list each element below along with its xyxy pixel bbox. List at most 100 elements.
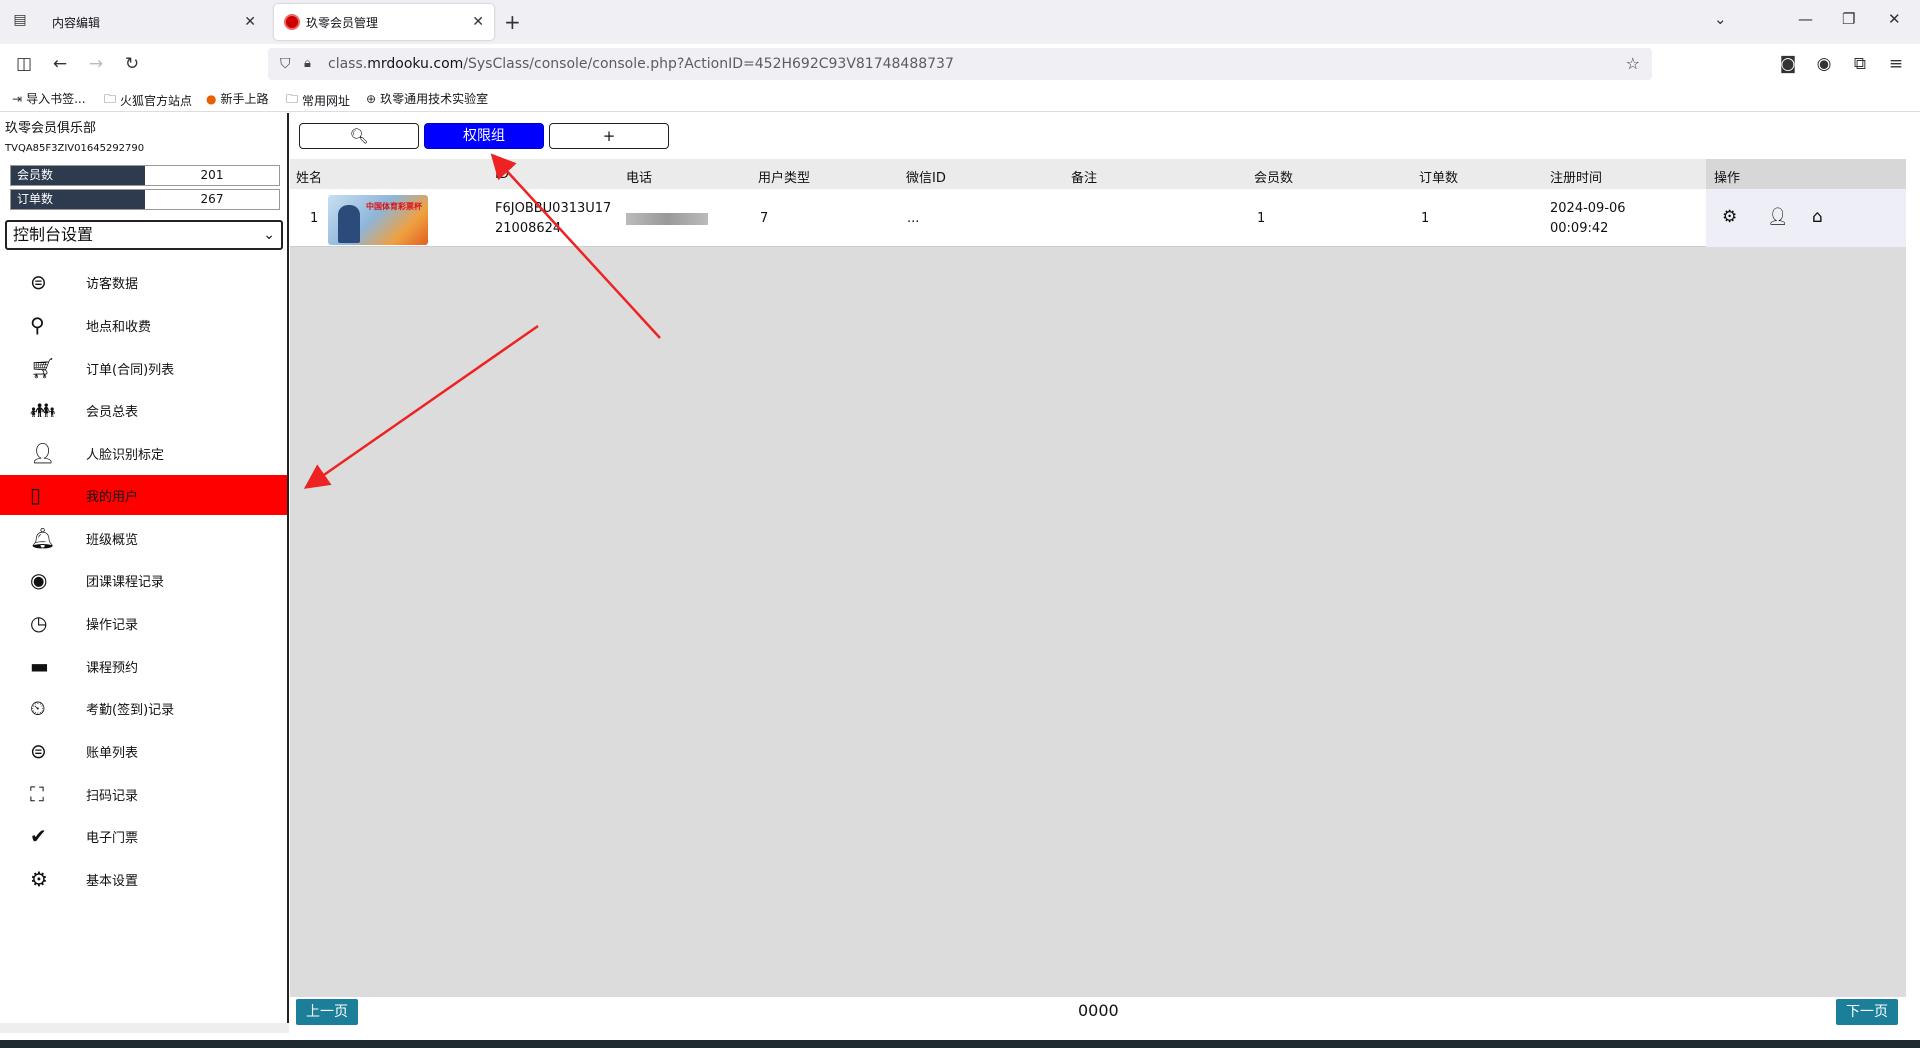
sidebar-item-group-course-records[interactable]: ◉ 团课课程记录 [0, 560, 287, 600]
sidebar: 玖零会员俱乐部 TVQA85F3ZIV01645292790 会员数 201 订… [0, 113, 289, 1023]
sidebar-item-attendance[interactable]: ⏲ 考勤(签到)记录 [0, 688, 287, 728]
club-name: 玖零会员俱乐部 [5, 121, 97, 136]
user-avatar-image[interactable]: 中国体育彩票杯 [328, 195, 428, 245]
search-button[interactable]: 🔍︎ [299, 123, 419, 149]
back-icon[interactable]: ← [48, 52, 72, 76]
sidebar-item-label: 地点和收费 [86, 319, 152, 335]
url-bar[interactable]: ⛉ 🔒︎ class.mrdooku.com/SysClass/console/… [268, 48, 1652, 80]
restore-icon[interactable]: ❐ [1842, 10, 1855, 28]
sidebar-item-label: 账单列表 [86, 745, 139, 761]
gear-icon[interactable]: ⚙ [1722, 207, 1737, 227]
table-header: 姓名 ID 电话 用户类型 微信ID 备注 会员数 订单数 注册时间 操作 [290, 159, 1906, 189]
sidebar-item-label: 操作记录 [86, 617, 139, 633]
prev-page-button[interactable]: 上一页 [296, 999, 358, 1025]
tablet-icon: ▯ [30, 483, 42, 507]
sidebar-item-locations-fees[interactable]: ⚲ 地点和收费 [0, 305, 287, 345]
stat-value: 201 [200, 168, 224, 182]
globe-icon: ⊕ [366, 91, 377, 106]
table-row[interactable]: 1 中国体育彩票杯 F6JOBBU0313U17 21008624 7 ... … [290, 189, 1906, 247]
extensions-icon[interactable]: ⧉ [1848, 52, 1872, 76]
club-id: TVQA85F3ZIV01645292790 [5, 143, 145, 154]
bookmark-common-sites[interactable]: 🗀 常用网址 [286, 90, 350, 111]
sidebar-item-members[interactable]: 👪︎ 会员总表 [0, 390, 287, 430]
sidebar-toggle-icon[interactable]: ◫ [12, 52, 36, 76]
row-wechat-id: ... [907, 211, 920, 226]
sidebar-item-orders[interactable]: 🛒︎ 订单(合同)列表 [0, 348, 287, 388]
redacted-block [626, 213, 708, 225]
account-icon[interactable]: ◉ [1812, 52, 1836, 76]
row-members: 1 [1257, 211, 1266, 226]
tab-list-icon[interactable]: ▤ [10, 12, 30, 32]
browser-tab-bar: ▤ 内容编辑 ✕ 玖零会员管理 ✕ + ⌄ — ❐ ✕ [0, 0, 1920, 44]
tab-member-management[interactable]: 玖零会员管理 ✕ [274, 4, 494, 40]
sidebar-item-label: 会员总表 [86, 404, 139, 420]
sidebar-item-e-tickets[interactable]: ✔ 电子门票 [0, 816, 287, 856]
row-user-type: 7 [760, 211, 769, 226]
next-page-button[interactable]: 下一页 [1836, 999, 1898, 1025]
sidebar-item-label: 扫码记录 [86, 788, 139, 804]
tab-overflow-chevron-icon[interactable]: ⌄ [1714, 10, 1727, 28]
check-circle-icon: ✔ [30, 824, 47, 848]
row-id-line1: F6JOBBU0313U17 [495, 201, 612, 216]
window-close-icon[interactable]: ✕ [1888, 10, 1901, 28]
shield-icon[interactable]: ⛉ [280, 48, 291, 80]
row-index: 1 [310, 211, 319, 226]
console-settings-select[interactable]: 控制台设置 ⌄ [5, 220, 283, 250]
main-panel: 🔍︎ 权限组 + 姓名 ID 电话 用户类型 微信ID 备注 会员数 订单数 注… [290, 113, 1906, 1025]
menu-icon[interactable]: ≡ [1884, 52, 1908, 76]
dollar-circle-icon: ⊜ [30, 270, 47, 294]
bookmark-lab[interactable]: ⊕ 玖零通用技术实验室 [366, 90, 488, 107]
row-reg-date: 2024-09-06 [1550, 201, 1626, 216]
sidebar-item-face-recognition[interactable]: 👤︎ 人脸识别标定 [0, 433, 287, 473]
add-button[interactable]: + [549, 123, 669, 149]
url-path: /SysClass/console/console.php?ActionID=4… [463, 56, 954, 72]
bookmark-star-icon[interactable]: ☆ [1626, 48, 1640, 80]
bookmark-firefox-site[interactable]: 🗀 火狐官方站点 [104, 90, 192, 111]
bookmark-getting-started[interactable]: ● 新手上路 [206, 90, 269, 107]
tab-content-edit[interactable]: 内容编辑 ✕ [42, 4, 266, 40]
minimize-icon[interactable]: — [1798, 10, 1813, 28]
browser-nav-bar: ◫ ← → ↻ ⛉ 🔒︎ class.mrdooku.com/SysClass/… [0, 44, 1920, 84]
sidebar-item-bills[interactable]: ⊜ 账单列表 [0, 731, 287, 771]
bookmarks-bar: ⇥ 导入书签... 🗀 火狐官方站点 ● 新手上路 🗀 常用网址 ⊕ 玖零通用技术实验室 [0, 84, 1920, 112]
import-icon: ⇥ [12, 91, 23, 106]
sidebar-horizontal-scrollbar[interactable] [0, 1023, 289, 1033]
sidebar-item-label: 基本设置 [86, 873, 139, 889]
row-reg-time: 00:09:42 [1550, 221, 1609, 236]
sidebar-item-label: 人脸识别标定 [86, 447, 165, 463]
bookmark-label: 新手上路 [220, 92, 269, 106]
person-icon[interactable]: 👤︎ [1767, 207, 1789, 227]
scan-icon: ⛶ [30, 782, 44, 806]
console-select-value: 控制台设置 [13, 225, 94, 244]
dollar-circle-icon: ⊜ [30, 739, 47, 763]
close-icon[interactable]: ✕ [244, 14, 256, 30]
folder-icon: 🗀 [104, 92, 117, 106]
stat-orders: 订单数 267 [10, 189, 280, 210]
sidebar-item-class-overview[interactable]: 🔔︎ 班级概览 [0, 518, 287, 558]
sidebar-item-basic-settings[interactable]: ⚙ 基本设置 [0, 859, 287, 899]
header-phone: 电话 [626, 171, 653, 186]
header-user-type: 用户类型 [758, 171, 811, 186]
stat-members: 会员数 201 [10, 165, 280, 186]
permission-group-button[interactable]: 权限组 [424, 123, 544, 149]
bookmark-import[interactable]: ⇥ 导入书签... [12, 90, 86, 107]
bookmark-label: 火狐官方站点 [120, 94, 193, 108]
sidebar-item-course-booking[interactable]: ▬ 课程预约 [0, 646, 287, 686]
reload-icon[interactable]: ↻ [120, 52, 144, 76]
bookmark-label: 玖零通用技术实验室 [380, 92, 489, 106]
sidebar-item-operation-log[interactable]: ◷ 操作记录 [0, 603, 287, 643]
sidebar-item-my-users[interactable]: ▯ 我的用户 [0, 475, 287, 515]
forward-icon[interactable]: → [84, 52, 108, 76]
bookmark-label: 导入书签... [26, 92, 86, 106]
thumb-text: 中国体育彩票杯 [366, 202, 422, 211]
plus-icon: + [602, 127, 616, 145]
sidebar-item-visitor-data[interactable]: ⊜ 访客数据 [0, 262, 287, 302]
new-tab-icon[interactable]: + [504, 10, 521, 34]
lock-icon[interactable]: 🔒︎ [304, 48, 311, 80]
close-icon[interactable]: ✕ [472, 14, 484, 30]
pocket-icon[interactable]: ◙ [1776, 52, 1800, 76]
sidebar-item-scan-records[interactable]: ⛶ 扫码记录 [0, 774, 287, 814]
home-icon[interactable]: ⌂ [1812, 207, 1823, 227]
map-pin-icon: ⚲ [30, 313, 45, 337]
gear-icon: ⚙ [30, 867, 48, 891]
